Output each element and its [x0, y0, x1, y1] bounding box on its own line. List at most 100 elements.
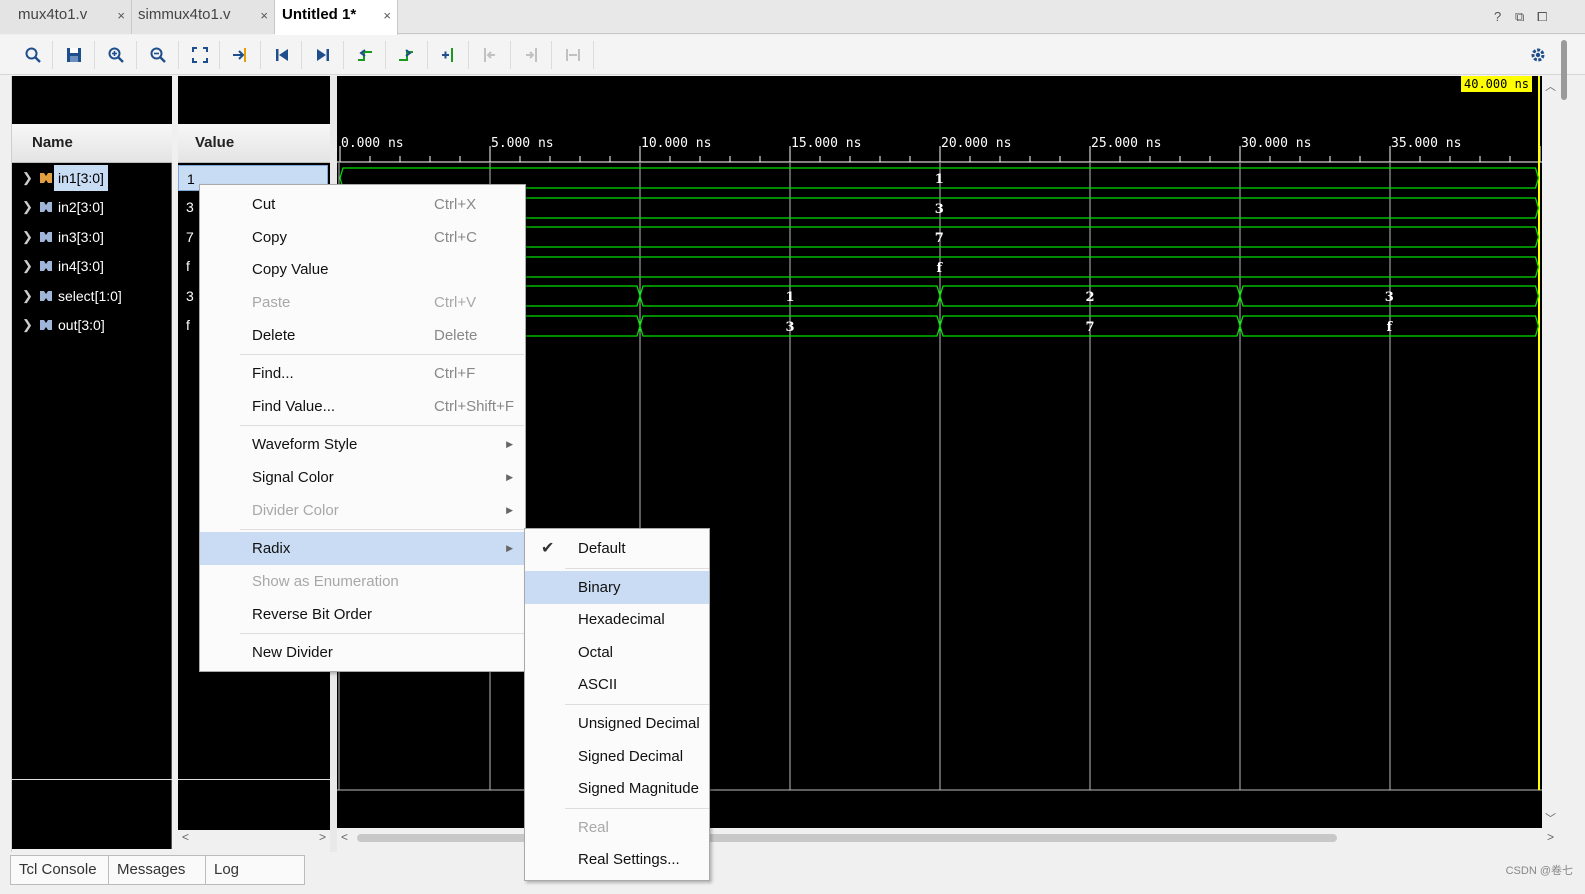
radix-submenu: ✔ Default Binary Hexadecimal Octal ASCII Unsig… — [524, 528, 710, 881]
wave-hscrollbar[interactable]: < > — [337, 830, 1558, 846]
tab-messages[interactable]: Messages — [108, 855, 206, 885]
previous-transition-icon[interactable] — [352, 43, 378, 67]
menu-item-label: Cut — [252, 196, 276, 213]
signal-row[interactable]: ❯ out[3:0] — [12, 312, 172, 338]
tab-label: Untitled 1* — [282, 6, 357, 23]
signal-row[interactable]: ❯ in1[3:0] — [12, 165, 172, 191]
radix-item-binary[interactable]: Binary — [525, 571, 709, 604]
radix-item-signed-decimal[interactable]: Signed Decimal — [525, 740, 709, 773]
radix-item-default[interactable]: ✔ Default — [525, 532, 709, 565]
bus-signal-icon — [40, 291, 52, 301]
menu-item-label: Real — [578, 819, 609, 836]
time-tick-label: 20.000 ns — [941, 136, 1012, 151]
menu-item-find[interactable]: Find... Ctrl+F — [200, 357, 525, 390]
previous-marker-icon[interactable] — [477, 43, 503, 67]
scroll-up-icon[interactable]: ︿ — [1545, 78, 1556, 94]
menu-item-cut[interactable]: Cut Ctrl+X — [200, 188, 525, 221]
zoom-in-icon[interactable] — [103, 43, 129, 67]
submenu-arrow-icon: ▶ — [506, 505, 513, 515]
watermark: CSDN @卷七 — [1505, 865, 1573, 877]
radix-item-real[interactable]: Real — [525, 811, 709, 844]
bus-value-label: 3 — [785, 320, 794, 335]
menu-item-label: Signed Decimal — [578, 748, 684, 765]
menu-item-waveform-style[interactable]: Waveform Style ▶ — [200, 428, 525, 461]
menu-item-delete[interactable]: Delete Delete — [200, 319, 525, 352]
bus-signal-icon — [40, 173, 52, 183]
scroll-left-icon[interactable]: < — [182, 830, 189, 844]
wave-vscrollbar[interactable]: ︿ ﹀ — [1542, 76, 1558, 828]
name-column-header[interactable]: Name — [12, 124, 172, 163]
radix-item-unsigned-decimal[interactable]: Unsigned Decimal — [525, 707, 709, 740]
tab-log[interactable]: Log — [205, 855, 305, 885]
menu-item-reverse-bit-order[interactable]: Reverse Bit Order — [200, 598, 525, 631]
menu-item-label: Copy Value — [252, 261, 329, 278]
tab-mux4to1[interactable]: mux4to1.v × — [0, 0, 132, 34]
maximize-icon[interactable]: ⧠ — [1537, 9, 1547, 25]
zoom-out-icon[interactable] — [145, 43, 171, 67]
chevron-right-icon[interactable]: ❯ — [22, 224, 33, 250]
tab-tcl-console[interactable]: Tcl Console — [10, 855, 109, 885]
search-icon[interactable] — [20, 43, 46, 67]
add-marker-icon[interactable] — [435, 43, 461, 67]
value-hscrollbar[interactable]: < > — [178, 830, 330, 846]
menu-item-shortcut: Ctrl+X — [434, 196, 477, 213]
next-transition-icon[interactable] — [393, 43, 419, 67]
chevron-right-icon[interactable]: ❯ — [22, 283, 33, 309]
signal-row[interactable]: ❯ in2[3:0] — [12, 194, 172, 220]
menu-item-find-value[interactable]: Find Value... Ctrl+Shift+F — [200, 390, 525, 423]
scroll-right-icon[interactable]: > — [1547, 830, 1554, 844]
time-tick-label: 0.000 ns — [341, 136, 404, 151]
radix-item-signed-magnitude[interactable]: Signed Magnitude — [525, 772, 709, 805]
scroll-thumb[interactable] — [357, 834, 1337, 842]
radix-item-octal[interactable]: Octal — [525, 636, 709, 669]
menu-item-new-divider[interactable]: New Divider — [200, 636, 525, 669]
chevron-right-icon[interactable]: ❯ — [22, 312, 33, 338]
tab-simmux4to1[interactable]: simmux4to1.v × — [132, 0, 275, 34]
next-marker-icon[interactable] — [518, 43, 544, 67]
menu-item-show-as-enumeration[interactable]: Show as Enumeration — [200, 565, 525, 598]
gear-icon[interactable] — [1525, 43, 1551, 67]
radix-item-hexadecimal[interactable]: Hexadecimal — [525, 603, 709, 636]
close-icon[interactable]: × — [117, 1, 125, 31]
menu-item-copy[interactable]: Copy Ctrl+C — [200, 221, 525, 254]
radix-item-real-settings[interactable]: Real Settings... — [525, 843, 709, 876]
save-icon[interactable] — [61, 43, 87, 67]
menu-item-label: Octal — [578, 644, 614, 661]
scroll-left-icon[interactable]: < — [341, 830, 348, 844]
bus-signal-icon — [40, 202, 52, 212]
signal-name: select[1:0] — [58, 288, 122, 304]
signal-row[interactable]: ❯ in3[3:0] — [12, 224, 172, 250]
tab-untitled-1[interactable]: Untitled 1* × — [275, 0, 398, 35]
menu-item-radix[interactable]: Radix ▶ — [200, 532, 525, 565]
swap-cursors-icon[interactable] — [560, 43, 586, 67]
menu-item-label: Radix — [252, 540, 291, 557]
time-tick-label: 25.000 ns — [1091, 136, 1162, 151]
menu-item-divider-color[interactable]: Divider Color ▶ — [200, 494, 525, 527]
help-icon[interactable]: ? — [1494, 9, 1501, 24]
value-column-header[interactable]: Value — [178, 124, 330, 163]
zoom-fit-icon[interactable] — [187, 43, 213, 67]
tab-label: simmux4to1.v — [138, 6, 231, 23]
chevron-right-icon[interactable]: ❯ — [22, 253, 33, 279]
menu-item-shortcut: Ctrl+V — [434, 294, 477, 311]
scroll-right-icon[interactable]: > — [319, 830, 326, 844]
close-icon[interactable]: × — [383, 1, 391, 31]
menu-item-copy-value[interactable]: Copy Value — [200, 253, 525, 286]
menu-item-signal-color[interactable]: Signal Color ▶ — [200, 461, 525, 494]
submenu-arrow-icon: ▶ — [506, 472, 513, 482]
go-to-end-icon[interactable] — [310, 43, 336, 67]
cursor-time-label: 40.000 ns — [1461, 76, 1533, 92]
signal-row[interactable]: ❯ select[1:0] — [12, 283, 172, 309]
menu-item-paste[interactable]: Paste Ctrl+V — [200, 286, 525, 319]
go-to-start-icon[interactable] — [269, 43, 295, 67]
chevron-right-icon[interactable]: ❯ — [22, 165, 33, 191]
signal-row[interactable]: ❯ in4[3:0] — [12, 253, 172, 279]
close-icon[interactable]: × — [260, 1, 268, 31]
scroll-down-icon[interactable]: ﹀ — [1545, 810, 1556, 826]
go-to-cursor-icon[interactable] — [227, 43, 253, 67]
menu-item-shortcut: Ctrl+Shift+F — [434, 398, 515, 415]
bus-value-label: 7 — [935, 231, 944, 246]
chevron-right-icon[interactable]: ❯ — [22, 194, 33, 220]
radix-item-ascii[interactable]: ASCII — [525, 668, 709, 701]
restore-icon[interactable]: ⧉ — [1515, 9, 1524, 25]
